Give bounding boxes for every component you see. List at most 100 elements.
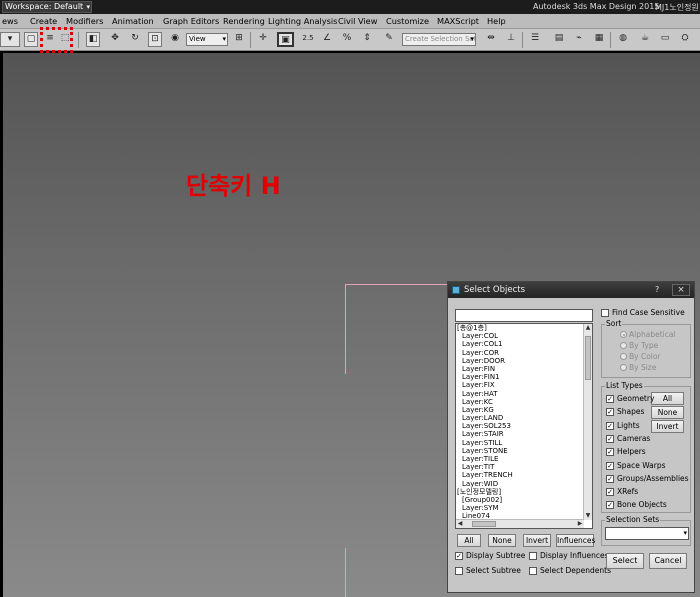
curve-editor-icon[interactable]: ⌁: [572, 32, 586, 47]
select-none-button[interactable]: None: [488, 534, 516, 547]
list-item[interactable]: [총@1층]: [456, 324, 584, 332]
list-item[interactable]: Layer:HAT: [456, 390, 584, 398]
render-production-icon[interactable]: ⛭: [678, 32, 692, 47]
list-type-checkbox[interactable]: ✓: [606, 448, 614, 457]
workspace-dropdown[interactable]: Workspace: Default ▾: [2, 1, 92, 13]
list-item[interactable]: [Group002]: [456, 496, 584, 504]
render-setup-icon[interactable]: ☕: [638, 32, 652, 47]
menu-animation[interactable]: Animation: [112, 16, 154, 26]
list-item[interactable]: Layer:STAIR: [456, 430, 584, 438]
keyboard-shortcut-override-icon[interactable]: ▣: [277, 32, 294, 47]
scroll-down-icon[interactable]: ▼: [584, 512, 592, 520]
vertical-scrollbar[interactable]: ▲ ▼: [583, 324, 592, 520]
cancel-button[interactable]: Cancel: [649, 553, 687, 569]
edit-named-selection-icon[interactable]: ✎: [382, 32, 396, 47]
display-influences-checkbox[interactable]: [529, 552, 537, 560]
list-type-checkbox[interactable]: ✓: [606, 501, 614, 510]
select-manipulate-icon[interactable]: ✛: [256, 32, 270, 47]
list-type-checkbox[interactable]: ✓: [606, 488, 614, 497]
scroll-thumb[interactable]: [585, 336, 591, 380]
undo-dropdown-icon[interactable]: ▾: [0, 32, 20, 47]
select-move-icon[interactable]: ✥: [108, 32, 122, 47]
select-all-button[interactable]: All: [457, 534, 481, 547]
select-rotate-icon[interactable]: ↻: [128, 32, 142, 47]
list-item[interactable]: Layer:SYM: [456, 504, 584, 512]
list-item[interactable]: Layer:KG: [456, 406, 584, 414]
list-item[interactable]: Layer:DOOR: [456, 357, 584, 365]
menu-graph-editors[interactable]: Graph Editors: [163, 16, 219, 26]
menu-views[interactable]: ews: [2, 16, 18, 26]
menu-modifiers[interactable]: Modifiers: [66, 16, 103, 26]
rendered-frame-window-icon[interactable]: ▭: [658, 32, 672, 47]
reference-coordinate-dropdown[interactable]: View ▾: [186, 33, 228, 46]
named-selection-set-dropdown[interactable]: Create Selection Set ▾: [402, 33, 476, 46]
percent-snap-icon[interactable]: %: [340, 32, 354, 47]
menu-help[interactable]: Help: [487, 16, 506, 26]
list-item[interactable]: [노인정모델링]: [456, 488, 584, 496]
list-item[interactable]: Layer:TILE: [456, 455, 584, 463]
align-icon[interactable]: ⊥: [504, 32, 518, 47]
sort-alphabetical-radio[interactable]: [620, 331, 627, 338]
list-types-all-button[interactable]: All: [651, 392, 684, 405]
list-item[interactable]: Layer:FIX: [456, 381, 584, 389]
select-dependents-checkbox[interactable]: [529, 567, 537, 575]
list-types-none-button[interactable]: None: [651, 406, 684, 419]
list-type-checkbox[interactable]: ✓: [606, 395, 614, 403]
scroll-up-icon[interactable]: ▲: [584, 324, 592, 332]
select-place-icon[interactable]: ◉: [168, 32, 182, 47]
list-type-checkbox[interactable]: ✓: [606, 461, 614, 470]
select-scale-icon[interactable]: ⊡: [148, 32, 162, 47]
list-item[interactable]: Layer:STONE: [456, 447, 584, 455]
selection-sets-dropdown[interactable]: ▾: [605, 527, 689, 540]
mirror-icon[interactable]: ⇹: [484, 32, 498, 47]
search-input[interactable]: [455, 309, 593, 322]
list-item[interactable]: Layer:FIN1: [456, 373, 584, 381]
scroll-left-icon[interactable]: ◀: [456, 520, 464, 528]
layer-manager-icon[interactable]: ☰: [528, 32, 542, 47]
list-item[interactable]: Layer:TRENCH: [456, 471, 584, 479]
schematic-view-icon[interactable]: ▦: [592, 32, 606, 47]
find-case-sensitive-checkbox[interactable]: [601, 309, 609, 317]
sort-by-type-radio[interactable]: [620, 342, 627, 349]
spinner-snap-icon[interactable]: ⇕: [360, 32, 374, 47]
list-item[interactable]: Layer:COL1: [456, 340, 584, 348]
graphite-ribbon-icon[interactable]: ▤: [552, 32, 566, 47]
list-type-checkbox[interactable]: ✓: [606, 434, 614, 443]
list-item[interactable]: Layer:WID: [456, 480, 584, 488]
list-item[interactable]: Layer:STILL: [456, 439, 584, 447]
menu-create[interactable]: Create: [30, 16, 57, 26]
invert-selection-button[interactable]: Invert: [523, 534, 551, 547]
select-subtree-checkbox[interactable]: [455, 567, 463, 575]
list-item[interactable]: Layer:LAND: [456, 414, 584, 422]
pivot-center-icon[interactable]: ⊞: [232, 32, 246, 47]
list-item[interactable]: Layer:COR: [456, 349, 584, 357]
scroll-thumb[interactable]: [472, 521, 496, 527]
list-item[interactable]: Layer:COL: [456, 332, 584, 340]
sort-by-size-radio[interactable]: [620, 364, 627, 371]
help-button[interactable]: ?: [655, 282, 659, 298]
dialog-title-bar[interactable]: Select Objects ? ×: [448, 282, 694, 298]
material-editor-icon[interactable]: ◍: [616, 32, 630, 47]
horizontal-scrollbar[interactable]: ◀ ▶: [456, 519, 584, 528]
sort-by-color-radio[interactable]: [620, 353, 627, 360]
select-object-icon[interactable]: ▢: [24, 32, 38, 47]
menu-customize[interactable]: Customize: [386, 16, 429, 26]
close-button[interactable]: ×: [672, 284, 690, 296]
list-item[interactable]: Layer:SOL253: [456, 422, 584, 430]
menu-civil-view[interactable]: Civil View: [338, 16, 377, 26]
window-crossing-icon[interactable]: ◧: [86, 32, 100, 47]
list-type-checkbox[interactable]: ✓: [606, 408, 614, 417]
influences-button[interactable]: Influences: [556, 534, 595, 547]
menu-maxscript[interactable]: MAXScript: [437, 16, 479, 26]
select-button[interactable]: Select: [606, 553, 644, 569]
angle-snap-icon[interactable]: ∠: [320, 32, 334, 47]
display-subtree-checkbox[interactable]: ✓: [455, 552, 463, 560]
snaps-toggle-icon[interactable]: 2.5: [300, 32, 316, 47]
list-item[interactable]: Layer:KC: [456, 398, 584, 406]
list-types-invert-button[interactable]: Invert: [651, 420, 684, 433]
menu-lighting-analysis[interactable]: Lighting Analysis: [268, 16, 337, 26]
scroll-right-icon[interactable]: ▶: [576, 520, 584, 528]
list-type-checkbox[interactable]: ✓: [606, 421, 614, 430]
list-type-checkbox[interactable]: ✓: [606, 474, 614, 483]
list-item[interactable]: Layer:FIN: [456, 365, 584, 373]
